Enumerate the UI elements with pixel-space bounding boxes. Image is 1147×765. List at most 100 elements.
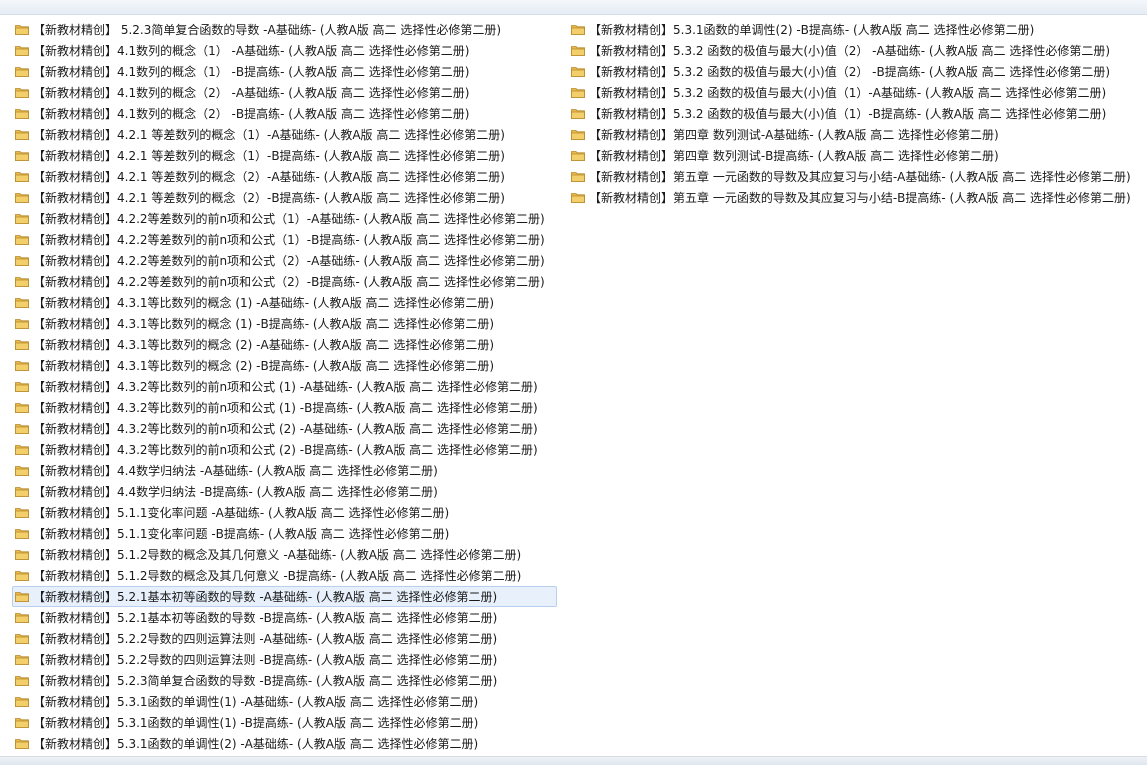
- file-list-item[interactable]: 【新教材精创】第四章 数列测试-A基础练- (人教A版 高二 选择性必修第二册): [568, 124, 1143, 145]
- file-list-item[interactable]: 【新教材精创】5.3.2 函数的极值与最大(小)值（2） -A基础练- (人教A…: [568, 40, 1143, 61]
- file-list-item[interactable]: 【新教材精创】4.1数列的概念（1） -B提高练- (人教A版 高二 选择性必修…: [12, 61, 557, 82]
- file-list-item[interactable]: 【新教材精创】第四章 数列测试-B提高练- (人教A版 高二 选择性必修第二册): [568, 145, 1143, 166]
- folder-icon: [15, 738, 29, 749]
- folder-icon: [15, 171, 29, 182]
- folder-icon: [15, 213, 29, 224]
- folder-icon: [15, 66, 29, 77]
- folder-icon: [15, 108, 29, 119]
- file-list-item[interactable]: 【新教材精创】5.3.2 函数的极值与最大(小)值（2） -B提高练- (人教A…: [568, 61, 1143, 82]
- file-name-label: 【新教材精创】4.2.1 等差数列的概念（2）-A基础练- (人教A版 高二 选…: [33, 169, 505, 184]
- file-list-item[interactable]: 【新教材精创】5.3.2 函数的极值与最大(小)值（1）-B提高练- (人教A版…: [568, 103, 1143, 124]
- file-name-label: 【新教材精创】5.3.2 函数的极值与最大(小)值（2） -A基础练- (人教A…: [589, 43, 1111, 58]
- file-list-item[interactable]: 【新教材精创】5.2.2导数的四则运算法则 -A基础练- (人教A版 高二 选择…: [12, 628, 557, 649]
- folder-icon: [15, 192, 29, 203]
- file-name-label: 【新教材精创】5.1.2导数的概念及其几何意义 -B提高练- (人教A版 高二 …: [33, 568, 522, 583]
- file-name-label: 【新教材精创】第四章 数列测试-A基础练- (人教A版 高二 选择性必修第二册): [589, 127, 999, 142]
- file-list-item[interactable]: 【新教材精创】4.2.1 等差数列的概念（2）-A基础练- (人教A版 高二 选…: [12, 166, 557, 187]
- file-name-label: 【新教材精创】4.1数列的概念（1） -A基础练- (人教A版 高二 选择性必修…: [33, 43, 470, 58]
- folder-icon: [15, 465, 29, 476]
- file-list-item[interactable]: 【新教材精创】5.2.3简单复合函数的导数 -B提高练- (人教A版 高二 选择…: [12, 670, 557, 691]
- file-list-item[interactable]: 【新教材精创】4.2.2等差数列的前n项和公式（1）-B提高练- (人教A版 高…: [12, 229, 557, 250]
- file-name-label: 【新教材精创】4.2.2等差数列的前n项和公式（2）-B提高练- (人教A版 高…: [33, 274, 545, 289]
- file-name-label: 【新教材精创】4.2.2等差数列的前n项和公式（1）-A基础练- (人教A版 高…: [33, 211, 545, 226]
- file-list-item[interactable]: 【新教材精创】5.2.1基本初等函数的导数 -B提高练- (人教A版 高二 选择…: [12, 607, 557, 628]
- file-list-item[interactable]: 【新教材精创】4.3.2等比数列的前n项和公式 (2) -B提高练- (人教A版…: [12, 439, 557, 460]
- file-list-item[interactable]: 【新教材精创】4.3.2等比数列的前n项和公式 (1) -A基础练- (人教A版…: [12, 376, 557, 397]
- file-list-item[interactable]: 【新教材精创】4.1数列的概念（1） -A基础练- (人教A版 高二 选择性必修…: [12, 40, 557, 61]
- file-name-label: 【新教材精创】5.3.1函数的单调性(1) -A基础练- (人教A版 高二 选择…: [33, 694, 479, 709]
- file-list-item[interactable]: 【新教材精创】4.3.1等比数列的概念 (2) -A基础练- (人教A版 高二 …: [12, 334, 557, 355]
- folder-icon: [15, 507, 29, 518]
- file-name-label: 【新教材精创】4.1数列的概念（1） -B提高练- (人教A版 高二 选择性必修…: [33, 64, 470, 79]
- folder-icon: [15, 234, 29, 245]
- file-list-item[interactable]: 【新教材精创】第五章 一元函数的导数及其应复习与小结-A基础练- (人教A版 高…: [568, 166, 1143, 187]
- file-list-item[interactable]: 【新教材精创】5.3.1函数的单调性(1) -A基础练- (人教A版 高二 选择…: [12, 691, 557, 712]
- file-list-item[interactable]: 【新教材精创】5.3.1函数的单调性(2) -A基础练- (人教A版 高二 选择…: [12, 733, 557, 754]
- file-list-item[interactable]: 【新教材精创】4.2.2等差数列的前n项和公式（1）-A基础练- (人教A版 高…: [12, 208, 557, 229]
- file-list-item[interactable]: 【新教材精创】4.2.2等差数列的前n项和公式（2）-B提高练- (人教A版 高…: [12, 271, 557, 292]
- folder-icon: [15, 570, 29, 581]
- file-name-label: 【新教材精创】5.2.3简单复合函数的导数 -B提高练- (人教A版 高二 选择…: [33, 673, 498, 688]
- file-name-label: 【新教材精创】5.3.1函数的单调性(1) -B提高练- (人教A版 高二 选择…: [33, 715, 479, 730]
- file-name-label: 【新教材精创】 5.2.3简单复合函数的导数 -A基础练- (人教A版 高二 选…: [33, 22, 502, 37]
- file-list-item[interactable]: 【新教材精创】4.3.2等比数列的前n项和公式 (2) -A基础练- (人教A版…: [12, 418, 557, 439]
- folder-icon: [15, 24, 29, 35]
- file-list-item[interactable]: 【新教材精创】4.1数列的概念（2） -B提高练- (人教A版 高二 选择性必修…: [12, 103, 557, 124]
- file-list-item[interactable]: 【新教材精创】4.2.1 等差数列的概念（1）-A基础练- (人教A版 高二 选…: [12, 124, 557, 145]
- file-name-label: 【新教材精创】4.4数学归纳法 -B提高练- (人教A版 高二 选择性必修第二册…: [33, 484, 438, 499]
- folder-icon: [15, 423, 29, 434]
- file-list-item[interactable]: 【新教材精创】5.3.2 函数的极值与最大(小)值（1）-A基础练- (人教A版…: [568, 82, 1143, 103]
- folder-icon: [571, 45, 585, 56]
- folder-icon: [571, 24, 585, 35]
- folder-icon: [15, 633, 29, 644]
- file-name-label: 【新教材精创】5.3.1函数的单调性(2) -B提高练- (人教A版 高二 选择…: [589, 22, 1035, 37]
- file-list-item[interactable]: 【新教材精创】4.3.1等比数列的概念 (1) -A基础练- (人教A版 高二 …: [12, 292, 557, 313]
- file-list-item[interactable]: 【新教材精创】5.1.2导数的概念及其几何意义 -A基础练- (人教A版 高二 …: [12, 544, 557, 565]
- file-name-label: 【新教材精创】第五章 一元函数的导数及其应复习与小结-A基础练- (人教A版 高…: [589, 169, 1131, 184]
- folder-icon: [571, 129, 585, 140]
- folder-icon: [15, 297, 29, 308]
- file-name-label: 【新教材精创】4.3.1等比数列的概念 (2) -A基础练- (人教A版 高二 …: [33, 337, 495, 352]
- file-list-item[interactable]: 【新教材精创】5.3.1函数的单调性(2) -B提高练- (人教A版 高二 选择…: [568, 19, 1143, 40]
- file-list-item[interactable]: 【新教材精创】4.3.1等比数列的概念 (2) -B提高练- (人教A版 高二 …: [12, 355, 557, 376]
- file-name-label: 【新教材精创】第四章 数列测试-B提高练- (人教A版 高二 选择性必修第二册): [589, 148, 999, 163]
- folder-icon: [15, 45, 29, 56]
- folder-icon: [15, 318, 29, 329]
- file-list-item[interactable]: 【新教材精创】4.3.1等比数列的概念 (1) -B提高练- (人教A版 高二 …: [12, 313, 557, 334]
- file-list-item[interactable]: 【新教材精创】4.1数列的概念（2） -A基础练- (人教A版 高二 选择性必修…: [12, 82, 557, 103]
- file-name-label: 【新教材精创】4.2.1 等差数列的概念（2）-B提高练- (人教A版 高二 选…: [33, 190, 505, 205]
- folder-icon: [571, 192, 585, 203]
- file-list-item[interactable]: 【新教材精创】第五章 一元函数的导数及其应复习与小结-B提高练- (人教A版 高…: [568, 187, 1143, 208]
- file-name-label: 【新教材精创】4.3.2等比数列的前n项和公式 (2) -B提高练- (人教A版…: [33, 442, 538, 457]
- file-list-item[interactable]: 【新教材精创】4.2.1 等差数列的概念（2）-B提高练- (人教A版 高二 选…: [12, 187, 557, 208]
- file-name-label: 【新教材精创】4.3.1等比数列的概念 (1) -A基础练- (人教A版 高二 …: [33, 295, 495, 310]
- file-name-label: 【新教材精创】4.2.2等差数列的前n项和公式（1）-B提高练- (人教A版 高…: [33, 232, 545, 247]
- folder-icon: [15, 549, 29, 560]
- file-name-label: 【新教材精创】5.2.1基本初等函数的导数 -B提高练- (人教A版 高二 选择…: [33, 610, 498, 625]
- file-name-label: 【新教材精创】5.3.2 函数的极值与最大(小)值（1）-A基础练- (人教A版…: [589, 85, 1107, 100]
- folder-icon: [571, 150, 585, 161]
- file-list-item[interactable]: 【新教材精创】5.1.1变化率问题 -A基础练- (人教A版 高二 选择性必修第…: [12, 502, 557, 523]
- file-name-label: 【新教材精创】5.2.1基本初等函数的导数 -A基础练- (人教A版 高二 选择…: [33, 589, 498, 604]
- file-list-item[interactable]: 【新教材精创】5.2.1基本初等函数的导数 -A基础练- (人教A版 高二 选择…: [12, 586, 557, 607]
- file-list-item[interactable]: 【新教材精创】5.2.2导数的四则运算法则 -B提高练- (人教A版 高二 选择…: [12, 649, 557, 670]
- file-list-item[interactable]: 【新教材精创】5.3.1函数的单调性(1) -B提高练- (人教A版 高二 选择…: [12, 712, 557, 733]
- file-name-label: 【新教材精创】4.1数列的概念（2） -A基础练- (人教A版 高二 选择性必修…: [33, 85, 470, 100]
- file-name-label: 【新教材精创】5.3.2 函数的极值与最大(小)值（2） -B提高练- (人教A…: [589, 64, 1111, 79]
- file-list-item[interactable]: 【新教材精创】5.1.1变化率问题 -B提高练- (人教A版 高二 选择性必修第…: [12, 523, 557, 544]
- file-list-item[interactable]: 【新教材精创】4.2.2等差数列的前n项和公式（2）-A基础练- (人教A版 高…: [12, 250, 557, 271]
- file-name-label: 【新教材精创】4.3.2等比数列的前n项和公式 (2) -A基础练- (人教A版…: [33, 421, 538, 436]
- file-list-item[interactable]: 【新教材精创】4.2.1 等差数列的概念（1）-B提高练- (人教A版 高二 选…: [12, 145, 557, 166]
- file-list-item[interactable]: 【新教材精创】4.4数学归纳法 -B提高练- (人教A版 高二 选择性必修第二册…: [12, 481, 557, 502]
- folder-icon: [571, 66, 585, 77]
- file-list-item[interactable]: 【新教材精创】4.3.2等比数列的前n项和公式 (1) -B提高练- (人教A版…: [12, 397, 557, 418]
- file-name-label: 【新教材精创】4.2.1 等差数列的概念（1）-B提高练- (人教A版 高二 选…: [33, 148, 505, 163]
- file-list-item[interactable]: 【新教材精创】4.4数学归纳法 -A基础练- (人教A版 高二 选择性必修第二册…: [12, 460, 557, 481]
- file-name-label: 【新教材精创】第五章 一元函数的导数及其应复习与小结-B提高练- (人教A版 高…: [589, 190, 1131, 205]
- file-list-item[interactable]: 【新教材精创】 5.2.3简单复合函数的导数 -A基础练- (人教A版 高二 选…: [12, 19, 557, 40]
- file-list-item[interactable]: 【新教材精创】5.1.2导数的概念及其几何意义 -B提高练- (人教A版 高二 …: [12, 565, 557, 586]
- folder-icon: [15, 402, 29, 413]
- folder-icon: [15, 675, 29, 686]
- folder-icon: [15, 612, 29, 623]
- folder-icon: [571, 171, 585, 182]
